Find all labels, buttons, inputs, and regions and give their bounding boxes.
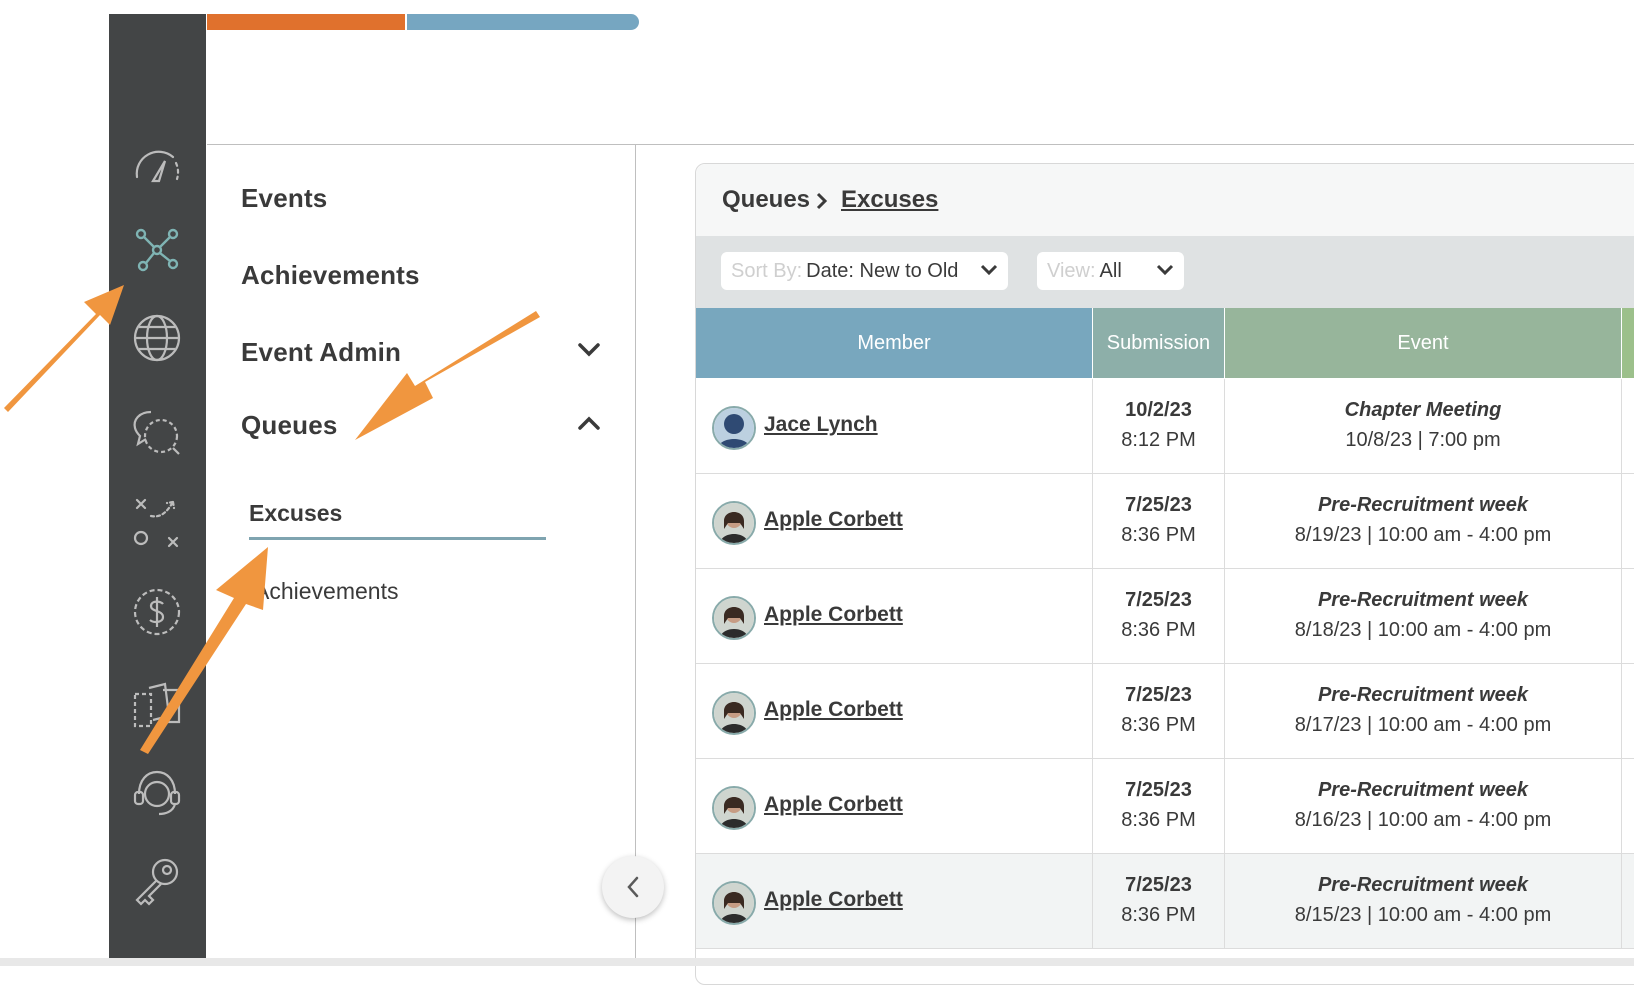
submission-date: 7/25/23 (1125, 874, 1192, 896)
nav-sub-achievements[interactable]: Achievements (254, 578, 398, 605)
filter-bar: Sort By: Date: New to Old View: All (696, 236, 1634, 308)
avatar (712, 691, 756, 735)
breadcrumb-current[interactable]: Excuses (841, 186, 938, 214)
avatar (712, 501, 756, 545)
table-row[interactable]: Apple Corbett 7/25/23 8:36 PM Pre-Recruitme… (696, 759, 1634, 854)
window-bottom-edge (0, 958, 1634, 966)
submission-time: 8:36 PM (1121, 619, 1196, 641)
sort-label: Sort By: (731, 259, 803, 282)
submission-date: 10/2/23 (1125, 399, 1192, 421)
dollar-icon[interactable] (129, 584, 185, 640)
submission-time: 8:36 PM (1121, 904, 1196, 926)
sort-value: Date: New to Old (806, 259, 959, 282)
member-link[interactable]: Apple Corbett (764, 793, 903, 817)
chevron-down-icon (1156, 264, 1174, 276)
icon-rail (109, 14, 206, 966)
key-icon[interactable] (129, 854, 185, 910)
view-label: View: (1047, 259, 1096, 282)
support-headset-icon[interactable] (129, 764, 185, 820)
arrow-to-queues (355, 311, 540, 440)
dashboard-icon[interactable] (129, 139, 185, 195)
member-link[interactable]: Apple Corbett (764, 508, 903, 532)
event-title: Chapter Meeting (1344, 399, 1502, 421)
playbook-icon[interactable] (129, 494, 185, 550)
event-datetime: 8/19/23 | 10:00 am - 4:00 pm (1294, 524, 1552, 546)
event-datetime: 8/16/23 | 10:00 am - 4:00 pm (1294, 809, 1552, 831)
submission-date: 7/25/23 (1125, 684, 1192, 706)
event-title: Pre-Recruitment week (1317, 589, 1529, 611)
nav-divider (635, 145, 636, 966)
event-title: Pre-Recruitment week (1317, 874, 1529, 896)
event-datetime: 8/15/23 | 10:00 am - 4:00 pm (1294, 904, 1552, 926)
network-icon[interactable] (129, 222, 185, 278)
breadcrumb-root[interactable]: Queues (722, 186, 810, 214)
submission-date: 7/25/23 (1125, 779, 1192, 801)
active-tab-underline (249, 537, 546, 540)
member-link[interactable]: Jace Lynch (764, 413, 878, 437)
column-header-event[interactable]: Event (1225, 308, 1621, 378)
avatar (712, 786, 756, 830)
chevron-right-icon (816, 192, 828, 210)
header-divider (207, 144, 1634, 145)
table-row[interactable]: Apple Corbett 7/25/23 8:36 PM Pre-Recruitme… (696, 569, 1634, 664)
table-row[interactable]: Apple Corbett 7/25/23 8:36 PM Pre-Recruitme… (696, 664, 1634, 759)
submission-time: 8:36 PM (1121, 714, 1196, 736)
submission-time: 8:12 PM (1121, 429, 1196, 451)
event-title: Pre-Recruitment week (1317, 494, 1529, 516)
member-link[interactable]: Apple Corbett (764, 698, 903, 722)
view-value: All (1099, 259, 1122, 282)
chevron-up-icon[interactable] (574, 408, 604, 438)
avatar (712, 596, 756, 640)
event-title: Pre-Recruitment week (1317, 779, 1529, 801)
nav-queues[interactable]: Queues (241, 410, 338, 441)
nav-achievements[interactable]: Achievements (241, 260, 420, 291)
queue-panel: Queues Excuses Sort By: Date: New to Old… (695, 163, 1634, 985)
chat-icon[interactable] (129, 404, 185, 460)
table-row[interactable]: Jace Lynch 10/2/23 8:12 PM Chapter Meeting 1… (696, 379, 1634, 474)
progress-strip-blue (407, 14, 639, 30)
chevron-left-icon (627, 876, 639, 898)
progress-strip-orange (207, 14, 405, 30)
member-link[interactable]: Apple Corbett (764, 603, 903, 627)
event-datetime: 8/18/23 | 10:00 am - 4:00 pm (1294, 619, 1552, 641)
table-row[interactable]: Apple Corbett 7/25/23 8:36 PM Pre-Recruitme… (696, 854, 1634, 949)
nav-sub-excuses[interactable]: Excuses (249, 500, 342, 527)
submission-time: 8:36 PM (1121, 524, 1196, 546)
column-header-submission[interactable]: Submission (1093, 308, 1224, 378)
submission-time: 8:36 PM (1121, 809, 1196, 831)
table-row[interactable]: Apple Corbett 7/25/23 8:36 PM Pre-Recruitme… (696, 474, 1634, 569)
event-datetime: 10/8/23 | 7:00 pm (1345, 429, 1501, 451)
arrow-to-network-icon (4, 285, 124, 412)
documents-icon[interactable] (129, 676, 185, 732)
globe-icon[interactable] (129, 310, 185, 366)
member-link[interactable]: Apple Corbett (764, 888, 903, 912)
avatar (712, 881, 756, 925)
nav-events[interactable]: Events (241, 183, 327, 214)
event-title: Pre-Recruitment week (1317, 684, 1529, 706)
chevron-down-icon (980, 264, 998, 276)
chevron-down-icon[interactable] (574, 335, 604, 365)
sort-select[interactable]: Sort By: Date: New to Old (721, 252, 1008, 290)
nav-event-admin[interactable]: Event Admin (241, 337, 401, 368)
submission-date: 7/25/23 (1125, 494, 1192, 516)
view-select[interactable]: View: All (1037, 252, 1184, 290)
column-header-member[interactable]: Member (696, 308, 1092, 378)
panel-header: Queues Excuses (696, 164, 1634, 237)
collapse-sidebar-button[interactable] (602, 856, 664, 918)
avatar (712, 406, 756, 450)
submission-date: 7/25/23 (1125, 589, 1192, 611)
event-datetime: 8/17/23 | 10:00 am - 4:00 pm (1294, 714, 1552, 736)
column-header-extra (1622, 308, 1634, 378)
